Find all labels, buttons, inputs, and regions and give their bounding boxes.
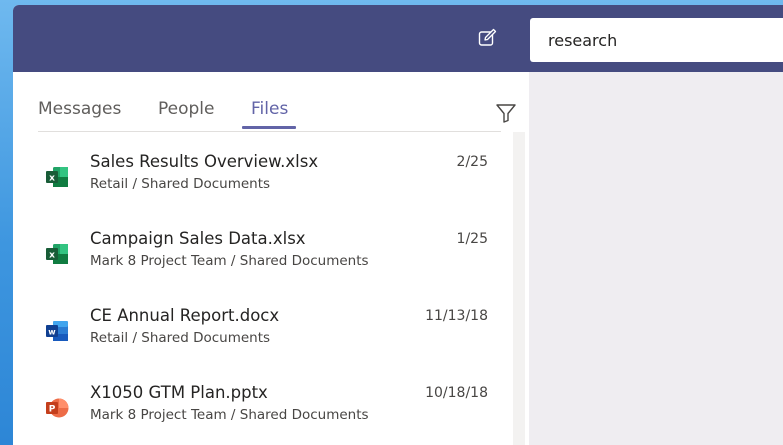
file-date: 1/25 bbox=[456, 231, 488, 247]
word-icon: w bbox=[46, 321, 68, 341]
excel-icon: x bbox=[46, 167, 68, 187]
file-date: 10/18/18 bbox=[425, 385, 488, 401]
svg-text:x: x bbox=[49, 251, 55, 261]
file-path: Retail / Shared Documents bbox=[90, 176, 271, 192]
results-tabs: Messages People Files bbox=[38, 72, 516, 132]
file-name: Sales Results Overview.xlsx bbox=[90, 152, 319, 171]
scrollbar[interactable] bbox=[513, 132, 525, 445]
tab-people[interactable]: People bbox=[158, 99, 214, 119]
search-input[interactable] bbox=[548, 18, 783, 62]
file-row[interactable]: w CE Annual Report.docx Retail / Shared … bbox=[13, 306, 508, 366]
file-name: X1050 GTM Plan.pptx bbox=[90, 383, 268, 402]
svg-text:x: x bbox=[49, 174, 55, 184]
powerpoint-icon: P bbox=[46, 398, 69, 418]
file-row[interactable]: P X1050 GTM Plan.pptx Mark 8 Project Tea… bbox=[13, 383, 508, 443]
svg-text:P: P bbox=[49, 405, 56, 415]
file-date: 11/13/18 bbox=[425, 308, 488, 324]
search-results-panel: Messages People Files x Sales Results Ov… bbox=[13, 72, 529, 445]
file-path: Retail / Shared Documents bbox=[90, 330, 271, 346]
file-path: Mark 8 Project Team / Shared Documents bbox=[90, 253, 369, 269]
new-chat-button[interactable] bbox=[474, 25, 500, 51]
file-name: CE Annual Report.docx bbox=[90, 306, 280, 325]
filter-button[interactable] bbox=[495, 102, 517, 124]
teams-window: Messages People Files x Sales Res bbox=[13, 5, 783, 445]
active-tab-indicator bbox=[242, 126, 296, 129]
file-name: Campaign Sales Data.xlsx bbox=[90, 229, 306, 248]
file-row[interactable]: x Sales Results Overview.xlsx Retail / S… bbox=[13, 152, 508, 212]
excel-icon: x bbox=[46, 244, 68, 264]
filter-icon bbox=[496, 104, 516, 123]
svg-text:w: w bbox=[48, 328, 56, 337]
tab-files[interactable]: Files bbox=[251, 99, 288, 119]
file-row[interactable]: x Campaign Sales Data.xlsx Mark 8 Projec… bbox=[13, 229, 508, 289]
file-path: Mark 8 Project Team / Shared Documents bbox=[90, 407, 369, 423]
file-date: 2/25 bbox=[456, 154, 488, 170]
tab-messages[interactable]: Messages bbox=[38, 99, 121, 119]
search-box[interactable] bbox=[530, 18, 783, 62]
detail-pane bbox=[529, 72, 783, 445]
compose-icon bbox=[478, 28, 497, 46]
top-bar bbox=[13, 5, 783, 72]
